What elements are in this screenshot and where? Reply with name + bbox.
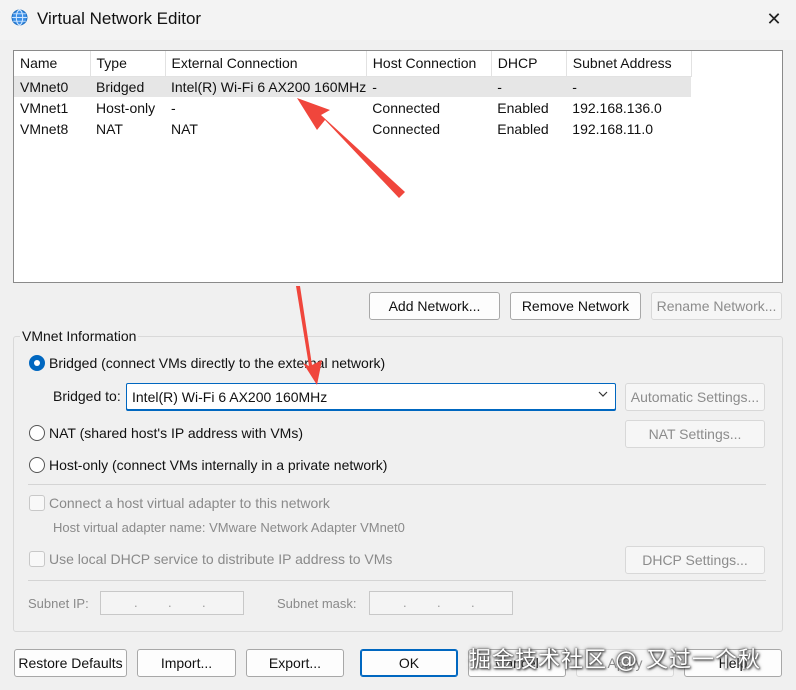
subnet-mask-label: Subnet mask: [277, 596, 357, 611]
bridged-to-label: Bridged to: [53, 388, 121, 404]
host-only-radio[interactable] [29, 457, 45, 473]
host-only-label[interactable]: Host-only (connect VMs internally in a p… [49, 457, 387, 473]
remove-network-button[interactable]: Remove Network [510, 292, 641, 320]
restore-defaults-button[interactable]: Restore Defaults [14, 649, 127, 677]
rename-network-button[interactable]: Rename Network... [651, 292, 782, 320]
cell-name: VMnet8 [20, 120, 69, 137]
network-list[interactable]: Name Type External Connection Host Conne… [13, 50, 783, 283]
bridged-to-select[interactable]: Intel(R) Wi-Fi 6 AX200 160MHz [126, 383, 616, 410]
cell-external-connection: Intel(R) Wi-Fi 6 AX200 160MHz [165, 76, 367, 97]
column-header-host-connection[interactable]: Host Connection [366, 51, 492, 77]
network-table: Name Type External Connection Host Conne… [14, 51, 692, 139]
cell-name: VMnet1 [20, 99, 69, 116]
vmnet-information-title: VMnet Information [20, 328, 139, 344]
subnet-mask-input[interactable]: . . . [369, 591, 513, 615]
table-header-row: Name Type External Connection Host Conne… [14, 51, 692, 77]
adapter-name-text: Host virtual adapter name: VMware Networ… [53, 520, 405, 535]
cell-dhcp: Enabled [497, 99, 549, 116]
dhcp-checkbox[interactable] [29, 551, 45, 567]
export-button[interactable]: Export... [246, 649, 344, 677]
table-row[interactable]: VMnet8 NAT NAT Connected Enabled 192.168… [14, 118, 691, 139]
cell-host-connection: Connected [372, 99, 441, 116]
bridged-label[interactable]: Bridged (connect VMs directly to the ext… [49, 355, 385, 371]
nat-label[interactable]: NAT (shared host's IP address with VMs) [49, 425, 303, 441]
column-header-subnet-address[interactable]: Subnet Address [566, 51, 692, 77]
bridged-to-value: Intel(R) Wi-Fi 6 AX200 160MHz [132, 389, 328, 405]
bridged-radio[interactable] [29, 355, 45, 371]
cell-host-connection: - [366, 76, 492, 97]
cell-name: VMnet0 [14, 76, 90, 97]
nat-settings-button[interactable]: NAT Settings... [625, 420, 765, 448]
cell-subnet-address: 192.168.11.0 [572, 120, 654, 137]
title-bar: Virtual Network Editor ✕ [0, 0, 796, 40]
cell-type: NAT [96, 120, 123, 137]
cell-host-connection: Connected [372, 120, 441, 137]
table-row[interactable]: VMnet0 Bridged Intel(R) Wi-Fi 6 AX200 16… [14, 76, 692, 97]
separator [28, 580, 766, 581]
column-header-type[interactable]: Type [90, 51, 166, 77]
import-button[interactable]: Import... [137, 649, 236, 677]
cell-external-connection: - [171, 99, 176, 116]
cell-subnet-address: 192.168.136.0 [572, 99, 662, 116]
close-icon: ✕ [766, 9, 782, 29]
close-button[interactable]: ✕ [756, 3, 792, 35]
column-header-external-connection[interactable]: External Connection [165, 51, 367, 77]
watermark-text: 掘金技术社区 @ 又过一个秋 [469, 648, 761, 673]
column-header-name[interactable]: Name [14, 51, 91, 77]
cell-dhcp: Enabled [497, 120, 549, 137]
subnet-ip-input[interactable]: . . . [100, 591, 244, 615]
cell-dhcp: - [491, 76, 567, 97]
cell-type: Host-only [96, 99, 156, 116]
column-header-dhcp[interactable]: DHCP [491, 51, 567, 77]
chevron-down-icon [598, 391, 608, 397]
cell-external-connection: NAT [171, 120, 198, 137]
window-title: Virtual Network Editor [37, 9, 202, 28]
table-row[interactable]: VMnet1 Host-only - Connected Enabled 192… [14, 97, 691, 118]
connect-adapter-checkbox[interactable] [29, 495, 45, 511]
dhcp-label[interactable]: Use local DHCP service to distribute IP … [49, 551, 392, 567]
globe-network-icon [11, 9, 28, 26]
add-network-button[interactable]: Add Network... [369, 292, 500, 320]
dhcp-settings-button[interactable]: DHCP Settings... [625, 546, 765, 574]
ok-button[interactable]: OK [360, 649, 458, 677]
subnet-ip-label: Subnet IP: [28, 596, 89, 611]
automatic-settings-button[interactable]: Automatic Settings... [625, 383, 765, 411]
connect-adapter-label[interactable]: Connect a host virtual adapter to this n… [49, 495, 330, 511]
separator [28, 484, 766, 485]
cell-type: Bridged [90, 76, 165, 97]
cell-subnet-address: - [566, 76, 692, 97]
nat-radio[interactable] [29, 425, 45, 441]
